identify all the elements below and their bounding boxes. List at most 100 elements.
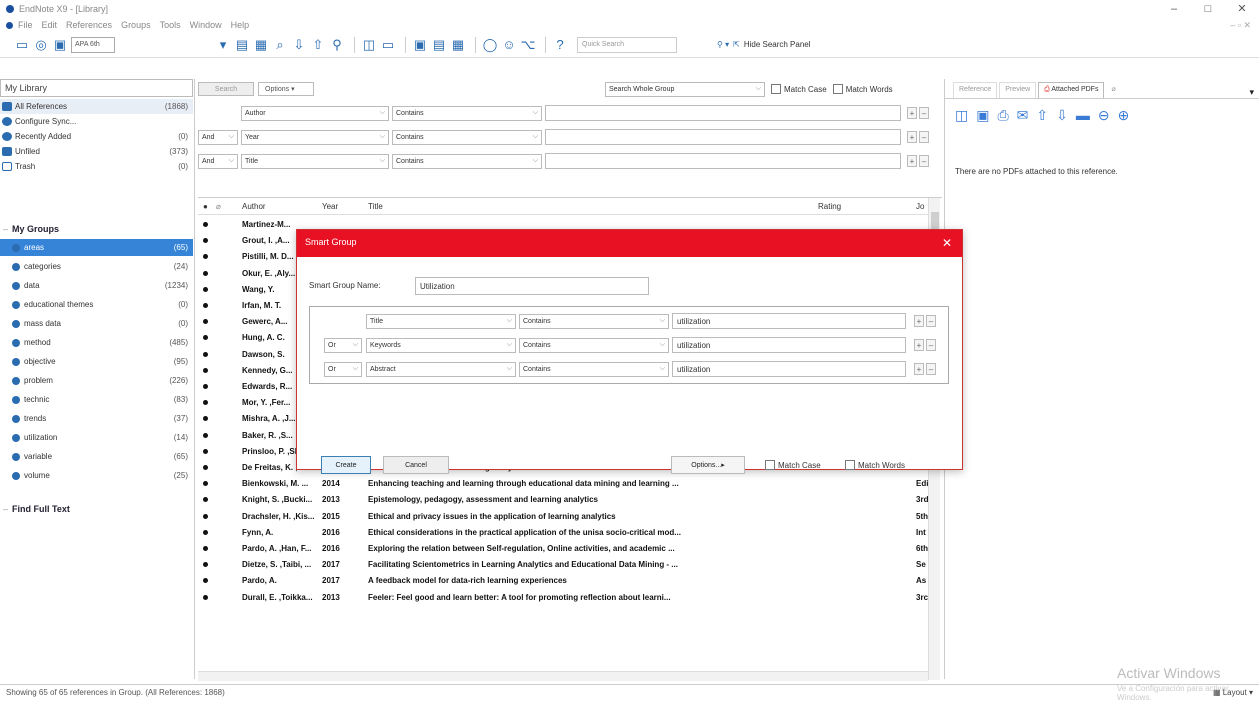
field-select[interactable]: Title ⌵ [241,153,389,169]
share-icon[interactable]: ⇧ [310,37,326,53]
group-item[interactable]: educational themes (0) [0,296,193,313]
cancel-button[interactable]: Cancel [383,456,449,474]
reference-row[interactable]: Pardo, A. ,Han, F... 2016 Exploring the re… [198,541,936,557]
menu-tools[interactable]: Tools [160,20,181,30]
tab-reference[interactable]: Reference [953,82,998,98]
criteria-value-input[interactable]: utilization [672,361,906,377]
field-select[interactable]: Title ⌵ [366,313,516,329]
maximize-button[interactable]: □ [1191,0,1225,18]
sync-icon[interactable]: ◯ [482,37,498,53]
add-row-button[interactable]: + [907,155,917,167]
search-value-input[interactable] [545,105,901,121]
field-select[interactable]: Keywords ⌵ [366,337,516,353]
group-item[interactable]: variable (65) [0,448,193,465]
insert-citation-icon[interactable]: ▣ [412,37,428,53]
open-pdf-icon[interactable]: ◫ [955,107,968,124]
email-icon[interactable]: ✉ [1017,107,1029,124]
operator-select[interactable]: Contains ⌵ [392,153,542,169]
quick-search-input[interactable]: Quick Search [577,36,677,53]
local-library-icon[interactable]: ▭ [14,37,30,53]
minimize-button[interactable]: – [1157,0,1191,18]
reference-row[interactable]: Knight, S. ,Bucki... 2013 Epistemology, pe… [198,492,936,508]
library-item-trash[interactable]: Trash (0) [0,159,193,174]
column-header-journal[interactable]: Jo [916,202,924,211]
hide-search-panel-button[interactable]: ⚲ ▾ ⇱ Hide Search Panel [717,40,811,49]
menu-help[interactable]: Help [231,20,250,30]
remove-row-button[interactable]: – [926,315,936,327]
style-dropdown-icon[interactable]: ▾ [215,37,231,53]
column-header-rating[interactable]: Rating [818,202,841,211]
reference-row[interactable]: Pardo, A. 2017 A feedback model for data-r… [198,573,936,589]
add-row-button[interactable]: + [907,107,917,119]
reference-row[interactable]: Fynn, A. 2016 Ethical considerations in th… [198,525,936,541]
group-item[interactable]: areas (65) [0,239,193,256]
find-full-text-icon[interactable]: ⇩ [291,37,307,53]
match-case-checkbox[interactable]: Match Case [771,84,827,94]
options-button[interactable]: Options ▾ [258,82,314,96]
new-reference-icon[interactable]: ▤ [234,37,250,53]
boolean-select[interactable]: Or ⌵ [324,361,362,377]
reference-row[interactable]: Bienkowski, M. ... 2014 Enhancing teaching… [198,476,936,492]
operator-select[interactable]: Contains ⌵ [392,129,542,145]
group-item[interactable]: objective (95) [0,353,193,370]
library-item-unfiled[interactable]: Unfiled (373) [0,144,193,159]
boolean-select[interactable]: Or ⌵ [324,337,362,353]
dialog-options-button[interactable]: Options...▸ [671,456,745,474]
library-item-configure-sync[interactable]: Configure Sync... [0,114,193,129]
remove-row-button[interactable]: – [926,339,936,351]
open-folder-icon[interactable]: ▭ [380,37,396,53]
menu-groups[interactable]: Groups [121,20,151,30]
add-row-button[interactable]: + [907,131,917,143]
close-window-button[interactable]: ✕ [1225,0,1259,18]
group-options-icon[interactable]: ⌥ [520,37,536,53]
integrated-library-icon[interactable]: ▣ [52,37,68,53]
search-value-input[interactable] [545,129,901,145]
column-header-title[interactable]: Title [368,202,383,211]
boolean-select[interactable]: And ⌵ [198,153,238,169]
boolean-select[interactable]: And ⌵ [198,129,238,145]
menu-references[interactable]: References [66,20,112,30]
search-value-input[interactable] [545,153,901,169]
panel-menu-chevron-icon[interactable]: ▾ [1249,87,1254,98]
operator-select[interactable]: Contains ⌵ [392,105,542,121]
add-row-button[interactable]: + [914,315,924,327]
dialog-match-case-checkbox[interactable]: Match Case [765,460,821,470]
remove-row-button[interactable]: – [919,155,929,167]
match-words-checkbox[interactable]: Match Words [832,84,893,94]
layout-button[interactable]: ▦ Layout ▾ [1213,688,1253,697]
zoom-out-icon[interactable]: ⊖ [1098,107,1110,124]
app-menu-icon[interactable] [6,21,13,29]
find-duplicates-icon[interactable]: ⚲ [329,37,345,53]
my-groups-header[interactable]: – My Groups [0,221,193,237]
read-status-column-icon[interactable]: ● [203,202,208,211]
library-item-recently-added[interactable]: Recently Added (0) [0,129,193,144]
online-search-icon[interactable]: ◎ [33,37,49,53]
tab-attached-pdfs[interactable]: ⎙ Attached PDFs [1038,82,1105,98]
edit-reference-icon[interactable]: ▦ [253,37,269,53]
group-item[interactable]: volume (25) [0,467,193,484]
group-item[interactable]: data (1234) [0,277,193,294]
group-item[interactable]: technic (83) [0,391,193,408]
library-item-all-references[interactable]: All References (1868) [0,99,193,114]
menu-window[interactable]: Window [190,20,222,30]
previous-page-icon[interactable]: ⇧ [1036,107,1048,124]
search-scope-select[interactable]: Search Whole Group ⌵ [605,81,765,97]
remove-row-button[interactable]: – [926,363,936,375]
group-item[interactable]: utilization (14) [0,429,193,446]
reference-row[interactable]: Durall, E. ,Toikka... 2013 Feeler: Feel go… [198,590,936,606]
next-page-icon[interactable]: ⇩ [1056,107,1068,124]
criteria-value-input[interactable]: utilization [672,313,906,329]
tab-preview[interactable]: Preview [999,82,1037,98]
group-item[interactable]: problem (226) [0,372,193,389]
open-pdf-icon[interactable]: ◫ [361,37,377,53]
horizontal-scrollbar[interactable] [198,671,928,681]
criteria-value-input[interactable]: utilization [672,337,906,353]
add-row-button[interactable]: + [914,363,924,375]
collapse-icon[interactable]: – [3,504,8,514]
library-header[interactable]: My Library [0,79,193,97]
format-bibliography-icon[interactable]: ▤ [431,37,447,53]
remove-row-button[interactable]: – [919,107,929,119]
field-select[interactable]: Author ⌵ [241,105,389,121]
group-item[interactable]: categories (24) [0,258,193,275]
reference-row[interactable]: Dietze, S. ,Taibi, ... 2017 Facilitating S… [198,557,936,573]
